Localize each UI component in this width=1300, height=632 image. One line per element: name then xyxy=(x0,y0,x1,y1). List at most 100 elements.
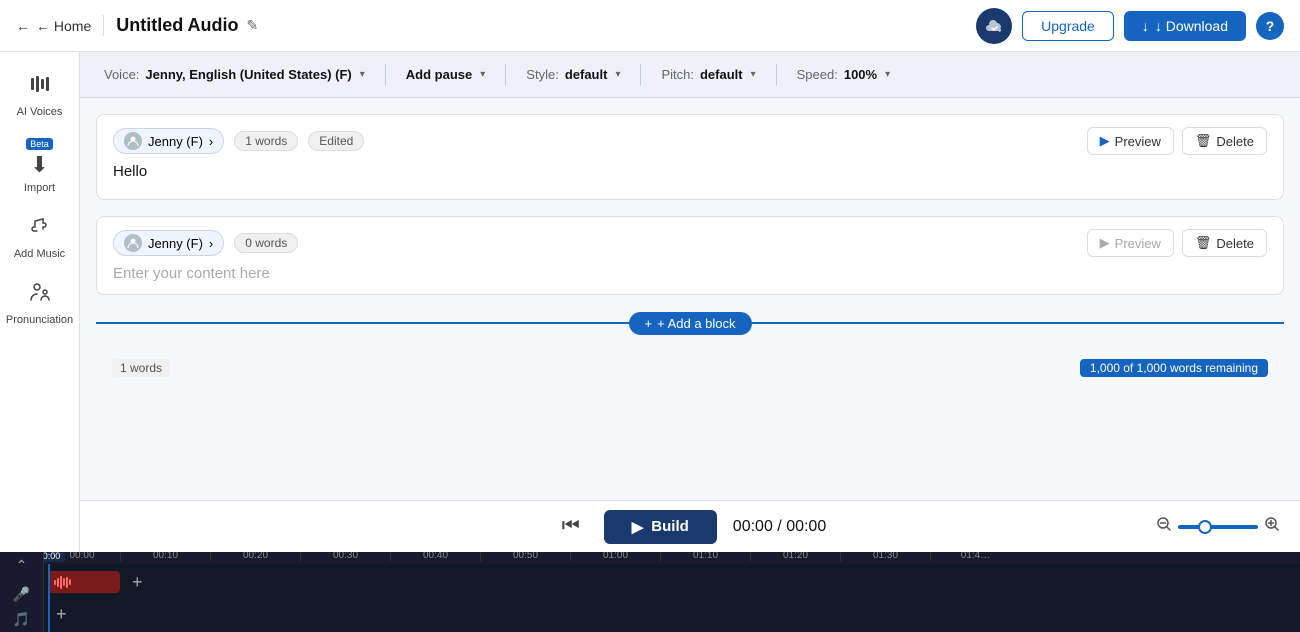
timeline-sidebar: ⌃ 🎤 🎵 xyxy=(0,552,44,632)
ruler-01-40: 01:4… xyxy=(930,552,1020,561)
ruler-00-50: 00:50 xyxy=(480,552,570,561)
track-voice-row: + xyxy=(44,568,1300,596)
timeline-main: 00:00 00:10 00:20 00:30 00:40 00:50 01:0… xyxy=(44,552,1300,632)
delete-trash-icon-2: 🗑 xyxy=(1195,235,1212,251)
add-voice-track-button[interactable]: + xyxy=(124,572,151,593)
block-2: Jenny (F) › 0 words ▶ Preview 🗑 Delete xyxy=(96,216,1284,295)
cloud-save-badge xyxy=(976,8,1012,44)
sidebar-item-pronunciation[interactable]: Pronunciation xyxy=(5,272,75,334)
toolbar-divider-2 xyxy=(505,64,506,86)
block-2-actions: ▶ Preview 🗑 Delete xyxy=(1087,229,1267,257)
words-count: 1 words xyxy=(112,359,170,377)
import-label: Import xyxy=(24,182,55,194)
block-2-preview-button[interactable]: ▶ Preview xyxy=(1087,229,1174,257)
topbar: ← ← Home Untitled Audio ✎ Upgrade ↓ ↓ Do… xyxy=(0,0,1300,52)
music-icon: 🎵 xyxy=(13,611,30,628)
toolbar-divider-3 xyxy=(640,64,641,86)
block-1-header: Jenny (F) › 1 words Edited ▶ Preview 🗑 D… xyxy=(113,127,1267,155)
pitch-chevron-icon: ▾ xyxy=(751,69,756,80)
editor-scroll: Jenny (F) › 1 words Edited ▶ Preview 🗑 D… xyxy=(80,98,1300,500)
waveform-bar-5 xyxy=(66,577,68,588)
upgrade-button[interactable]: Upgrade xyxy=(1022,11,1114,41)
add-block-plus-icon: + xyxy=(645,316,653,331)
pause-value: Add pause xyxy=(406,67,472,82)
download-icon: ↓ xyxy=(1142,18,1149,34)
ai-voices-icon xyxy=(28,72,52,102)
toolbar-divider-1 xyxy=(385,64,386,86)
add-music-track-button[interactable]: + xyxy=(48,604,75,625)
collapse-icon[interactable]: ⌃ xyxy=(16,557,28,574)
zoom-out-button[interactable] xyxy=(1156,516,1172,537)
timeline-tracks: 00:00 + xyxy=(44,564,1300,632)
skip-back-button[interactable]: ⏮ xyxy=(554,511,588,542)
track-voice-clip[interactable] xyxy=(48,571,120,593)
add-block-button[interactable]: + + Add a block xyxy=(629,312,752,335)
speed-label: Speed: xyxy=(797,67,838,82)
block-2-voice-selector[interactable]: Jenny (F) › xyxy=(113,230,224,256)
block-1-delete-button[interactable]: 🗑 Delete xyxy=(1182,127,1267,155)
speed-selector[interactable]: Speed: 100% ▾ xyxy=(789,63,898,86)
zoom-controls xyxy=(1156,516,1280,537)
block-1-voice-selector[interactable]: Jenny (F) › xyxy=(113,128,224,154)
add-music-icon xyxy=(28,214,52,244)
download-button[interactable]: ↓ ↓ Download xyxy=(1124,11,1246,41)
timeline-cursor: 00:00 xyxy=(48,564,50,632)
player-bar: ⏮ ▶ Build 00:00 / 00:00 xyxy=(80,500,1300,552)
preview-label: Preview xyxy=(1115,134,1161,149)
speed-value: 100% xyxy=(844,67,877,82)
title-group: Untitled Audio ✎ xyxy=(103,15,258,36)
play-label: Build xyxy=(651,518,689,535)
block-1-preview-button[interactable]: ▶ Preview xyxy=(1087,127,1174,155)
pronunciation-icon xyxy=(28,280,52,310)
add-music-label: Add Music xyxy=(14,248,65,260)
help-button[interactable]: ? xyxy=(1256,12,1284,40)
document-title: Untitled Audio xyxy=(116,15,238,36)
zoom-slider[interactable] xyxy=(1178,525,1258,529)
voice-value: Jenny, English (United States) (F) xyxy=(145,67,351,82)
block-2-header: Jenny (F) › 0 words ▶ Preview 🗑 Delete xyxy=(113,229,1267,257)
timeline-mic-row: 🎤 xyxy=(13,586,30,603)
block-1-content[interactable]: Hello xyxy=(113,163,1267,187)
block-2-word-count: 0 words xyxy=(234,233,298,253)
main-layout: AI Voices Beta ⬇ Import Add Music xyxy=(0,52,1300,552)
ruler-00-40: 00:40 xyxy=(390,552,480,561)
pause-chevron-icon: ▾ xyxy=(480,69,485,80)
waveform-bar-2 xyxy=(57,578,59,587)
block-2-voice-name: Jenny (F) xyxy=(148,236,203,251)
pitch-label: Pitch: xyxy=(661,67,694,82)
delete-label-2: Delete xyxy=(1216,236,1254,251)
sidebar-item-add-music[interactable]: Add Music xyxy=(5,206,75,268)
ruler-00-30: 00:30 xyxy=(300,552,390,561)
home-icon: ← xyxy=(16,18,30,34)
ruler-00-20: 00:20 xyxy=(210,552,300,561)
preview-label-2: Preview xyxy=(1115,236,1161,251)
block-2-delete-button[interactable]: 🗑 Delete xyxy=(1182,229,1267,257)
home-link[interactable]: ← ← Home xyxy=(16,18,91,34)
block-1-edited-badge: Edited xyxy=(308,131,364,151)
sidebar-item-import[interactable]: Beta ⬇ Import xyxy=(5,130,75,202)
pitch-value: default xyxy=(700,67,743,82)
pitch-selector[interactable]: Pitch: default ▾ xyxy=(653,63,763,86)
block-1-voice-chevron: › xyxy=(209,134,213,149)
ruler-01-00: 01:00 xyxy=(570,552,660,561)
sidebar-item-ai-voices[interactable]: AI Voices xyxy=(5,64,75,126)
play-build-button[interactable]: ▶ Build xyxy=(604,510,717,544)
style-selector[interactable]: Style: default ▾ xyxy=(518,63,628,86)
block-2-voice-chevron: › xyxy=(209,236,213,251)
block-1: Jenny (F) › 1 words Edited ▶ Preview 🗑 D… xyxy=(96,114,1284,200)
block-1-actions: ▶ Preview 🗑 Delete xyxy=(1087,127,1267,155)
ai-voices-label: AI Voices xyxy=(17,106,63,118)
voice-selector[interactable]: Voice: Jenny, English (United States) (F… xyxy=(96,63,373,86)
block-2-content[interactable]: Enter your content here xyxy=(113,265,1267,282)
block-1-word-count: 1 words xyxy=(234,131,298,151)
add-pause-selector[interactable]: Add pause ▾ xyxy=(398,63,494,86)
sidebar: AI Voices Beta ⬇ Import Add Music xyxy=(0,52,80,552)
style-chevron-icon: ▾ xyxy=(615,69,620,80)
edit-title-icon[interactable]: ✎ xyxy=(247,17,259,34)
waveform-bar-6 xyxy=(69,579,71,585)
timeline-music-row: 🎵 xyxy=(13,611,30,628)
add-block-row: + + Add a block xyxy=(96,311,1284,335)
add-block-line-left xyxy=(96,322,629,324)
zoom-in-button[interactable] xyxy=(1264,516,1280,537)
time-separator: / xyxy=(777,518,786,535)
